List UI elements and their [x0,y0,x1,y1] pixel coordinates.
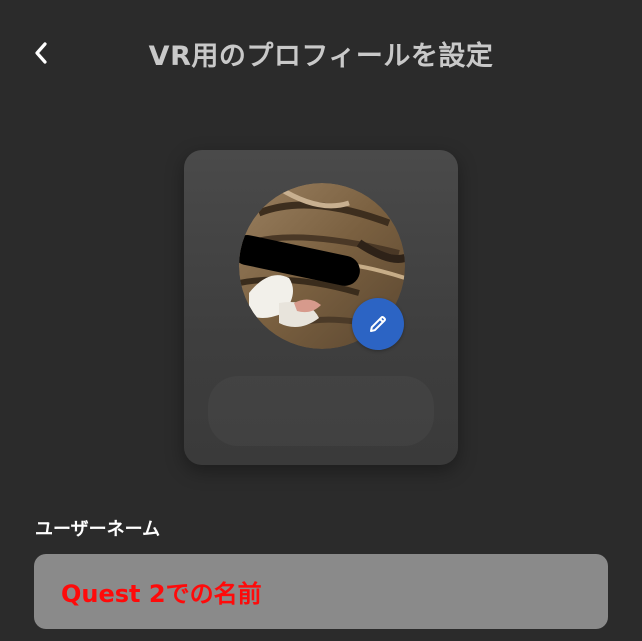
avatar-container [239,183,405,350]
card-shade [208,376,434,446]
pencil-icon [370,316,386,332]
profile-card [184,150,458,465]
username-field[interactable]: Quest 2での名前 [34,554,608,629]
page-title: VR用のプロフィールを設定 [148,41,494,72]
username-value: Quest 2での名前 [61,580,262,608]
edit-avatar-button[interactable] [352,298,404,350]
username-label: ユーザーネーム [35,519,161,540]
